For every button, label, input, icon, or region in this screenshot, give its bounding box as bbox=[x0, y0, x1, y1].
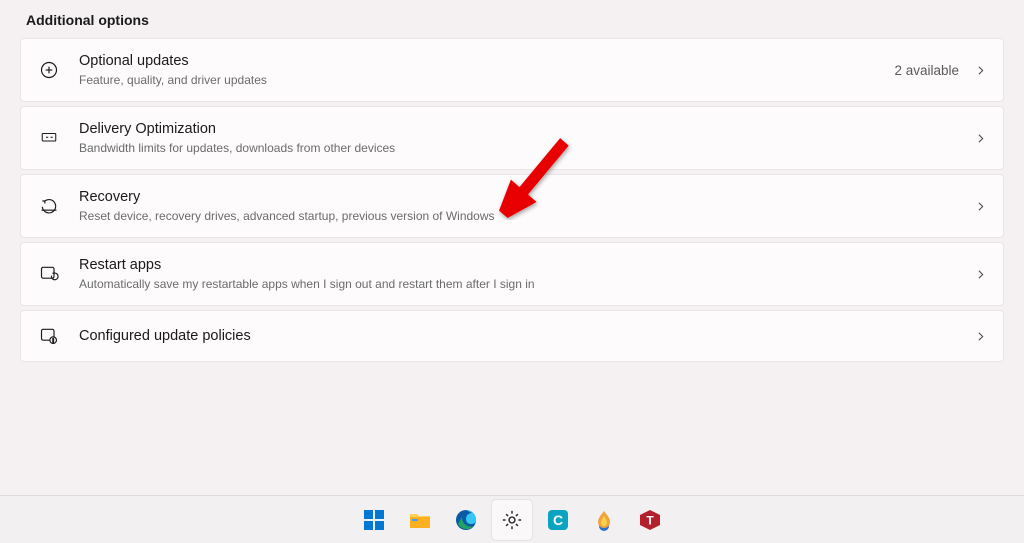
chevron-right-icon bbox=[973, 63, 987, 77]
svg-text:C: C bbox=[553, 512, 563, 528]
option-title: Configured update policies bbox=[79, 327, 973, 346]
chevron-right-icon bbox=[973, 131, 987, 145]
option-subtitle: Automatically save my restartable apps w… bbox=[79, 276, 973, 292]
option-recovery[interactable]: Recovery Reset device, recovery drives, … bbox=[20, 174, 1004, 238]
restart-apps-icon bbox=[37, 262, 61, 286]
taskbar-app-c[interactable]: C bbox=[538, 500, 578, 540]
windows-start-icon bbox=[362, 508, 386, 532]
section-title: Additional options bbox=[26, 12, 1004, 28]
chevron-right-icon bbox=[973, 267, 987, 281]
app-t-icon: T bbox=[638, 508, 662, 532]
chevron-right-icon bbox=[973, 199, 987, 213]
app-c-icon: C bbox=[546, 508, 570, 532]
plus-circle-icon bbox=[37, 58, 61, 82]
option-title: Restart apps bbox=[79, 256, 973, 275]
taskbar-file-explorer[interactable] bbox=[400, 500, 440, 540]
recovery-icon bbox=[37, 194, 61, 218]
taskbar-app-flame[interactable] bbox=[584, 500, 624, 540]
taskbar-edge[interactable] bbox=[446, 500, 486, 540]
option-title: Recovery bbox=[79, 188, 973, 207]
svg-text:T: T bbox=[646, 513, 654, 527]
option-optional-updates[interactable]: Optional updates Feature, quality, and d… bbox=[20, 38, 1004, 102]
option-configured-update-policies[interactable]: i Configured update policies bbox=[20, 310, 1004, 362]
option-badge: 2 available bbox=[894, 63, 959, 78]
taskbar-app-t[interactable]: T bbox=[630, 500, 670, 540]
option-restart-apps[interactable]: Restart apps Automatically save my resta… bbox=[20, 242, 1004, 306]
app-flame-icon bbox=[592, 508, 616, 532]
taskbar: C T bbox=[0, 495, 1024, 543]
option-subtitle: Bandwidth limits for updates, downloads … bbox=[79, 140, 973, 156]
option-delivery-optimization[interactable]: Delivery Optimization Bandwidth limits f… bbox=[20, 106, 1004, 170]
taskbar-start[interactable] bbox=[354, 500, 394, 540]
taskbar-settings[interactable] bbox=[492, 500, 532, 540]
chevron-right-icon bbox=[973, 329, 987, 343]
option-title: Optional updates bbox=[79, 52, 894, 71]
file-explorer-icon bbox=[408, 508, 432, 532]
delivery-icon bbox=[37, 126, 61, 150]
option-subtitle: Feature, quality, and driver updates bbox=[79, 72, 894, 88]
edge-icon bbox=[454, 508, 478, 532]
option-title: Delivery Optimization bbox=[79, 120, 973, 139]
settings-icon bbox=[500, 508, 524, 532]
option-subtitle: Reset device, recovery drives, advanced … bbox=[79, 208, 973, 224]
policies-icon: i bbox=[37, 324, 61, 348]
